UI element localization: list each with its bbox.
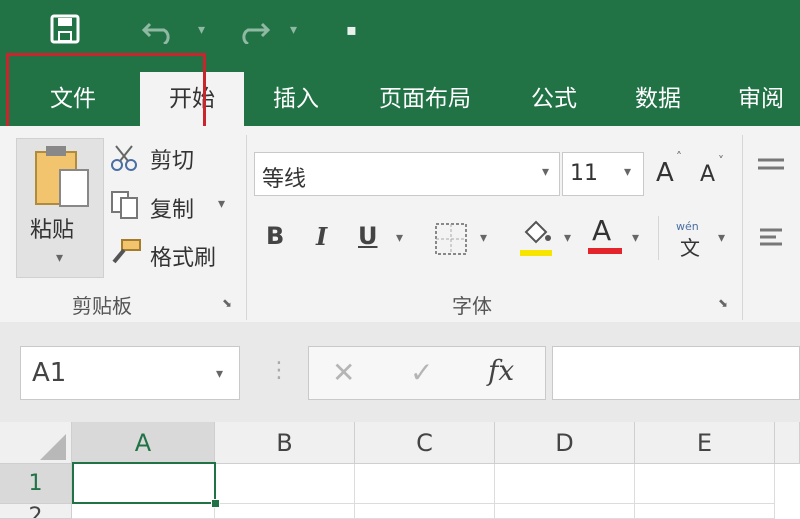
cell-b1[interactable]: [215, 464, 355, 504]
formula-input[interactable]: [552, 346, 800, 400]
group-separator: [246, 135, 247, 320]
column-header-a[interactable]: A: [72, 422, 215, 464]
column-header-e[interactable]: E: [635, 422, 775, 464]
font-color-button[interactable]: A: [592, 214, 611, 247]
group-separator: [658, 216, 659, 260]
tab-review[interactable]: 审阅: [722, 72, 800, 126]
grow-font-button[interactable]: A: [656, 158, 674, 188]
column-header-b[interactable]: B: [215, 422, 355, 464]
paste-label: 粘贴: [30, 218, 75, 243]
insert-function-button[interactable]: fx: [488, 354, 514, 387]
font-size-value: 11: [570, 161, 598, 186]
fill-color-dropdown-icon[interactable]: ▾: [564, 230, 571, 246]
bold-button[interactable]: B: [266, 222, 284, 250]
tab-formulas[interactable]: 公式: [514, 72, 594, 126]
clipboard-launcher-icon[interactable]: ⬊: [222, 296, 232, 310]
highlight-box: [6, 53, 206, 137]
format-painter-icon: [110, 238, 142, 268]
cell-e1[interactable]: [635, 464, 775, 504]
copy-dropdown-icon[interactable]: ▾: [218, 196, 225, 212]
save-icon[interactable]: [50, 14, 80, 51]
enter-icon[interactable]: ✓: [410, 356, 433, 389]
tab-insert[interactable]: 插入: [256, 72, 336, 126]
underline-dropdown-icon[interactable]: ▾: [396, 230, 403, 246]
copy-icon: [110, 190, 140, 224]
font-color-dropdown-icon[interactable]: ▾: [632, 230, 639, 246]
redo-dropdown-icon[interactable]: ▾: [290, 22, 297, 38]
cut-button[interactable]: 剪切: [150, 143, 194, 175]
cell-d1[interactable]: [495, 464, 635, 504]
cell-e2[interactable]: [635, 504, 775, 519]
select-all-button[interactable]: [0, 422, 72, 464]
clipboard-group-label: 剪贴板: [72, 294, 132, 318]
column-header-d[interactable]: D: [495, 422, 635, 464]
cell-a2[interactable]: [72, 504, 215, 519]
formula-bar-grip-icon: ⋮: [268, 358, 290, 383]
cell-a1-selected[interactable]: [72, 462, 216, 504]
shrink-font-button[interactable]: A: [700, 162, 715, 187]
align-left-icon[interactable]: [758, 226, 784, 252]
phonetic-dropdown-icon[interactable]: ▾: [718, 230, 725, 246]
align-top-icon[interactable]: [756, 156, 786, 180]
customize-icon[interactable]: ▪: [346, 20, 357, 39]
cell-b2[interactable]: [215, 504, 355, 519]
border-dropdown-icon[interactable]: ▾: [480, 230, 487, 246]
fill-color-icon[interactable]: [518, 216, 556, 262]
name-box-dropdown-icon[interactable]: ▾: [216, 366, 223, 382]
tab-data[interactable]: 数据: [618, 72, 698, 126]
cell-d2[interactable]: [495, 504, 635, 519]
clipboard-icon: [30, 142, 94, 212]
paste-dropdown-icon[interactable]: ▾: [56, 250, 63, 266]
border-icon[interactable]: [434, 222, 468, 260]
italic-button[interactable]: I: [316, 222, 327, 251]
font-size-dropdown-icon[interactable]: ▾: [624, 164, 631, 180]
cancel-icon[interactable]: ✕: [332, 356, 355, 389]
font-name-dropdown-icon[interactable]: ▾: [542, 164, 549, 180]
phonetic-button[interactable]: 文: [680, 232, 700, 261]
cut-icon: [110, 144, 138, 176]
font-name-value: 等线: [262, 167, 307, 192]
row-header-2[interactable]: 2: [0, 504, 72, 519]
font-color-bar: [588, 248, 622, 254]
copy-button[interactable]: 复制: [150, 192, 194, 224]
underline-button[interactable]: U: [358, 222, 378, 250]
undo-icon[interactable]: [141, 18, 176, 51]
cell-c1[interactable]: [355, 464, 495, 504]
undo-dropdown-icon[interactable]: ▾: [198, 22, 205, 38]
group-separator: [742, 135, 743, 320]
column-header-f[interactable]: [775, 422, 800, 464]
tab-page-layout[interactable]: 页面布局: [360, 72, 490, 126]
cell-c2[interactable]: [355, 504, 495, 519]
grow-font-caret-icon: ˄: [676, 150, 682, 164]
name-box-value: A1: [32, 358, 67, 388]
shrink-font-caret-icon: ˅: [718, 154, 724, 168]
fill-handle[interactable]: [211, 499, 220, 508]
row-header-1[interactable]: 1: [0, 464, 72, 504]
format-painter-button[interactable]: 格式刷: [150, 240, 216, 272]
column-header-c[interactable]: C: [355, 422, 495, 464]
font-group-label: 字体: [452, 294, 492, 318]
redo-icon[interactable]: [236, 18, 271, 51]
font-launcher-icon[interactable]: ⬊: [718, 296, 728, 310]
